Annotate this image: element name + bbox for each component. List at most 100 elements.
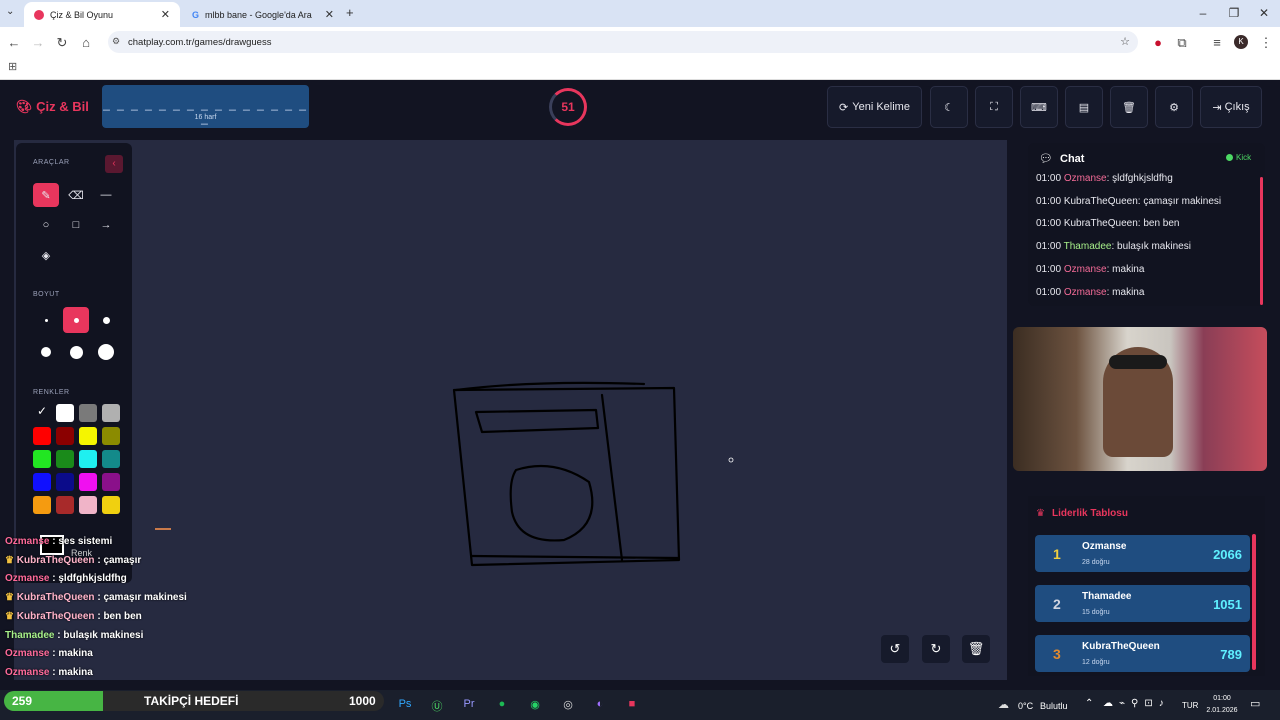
color-swatch[interactable] (56, 473, 74, 491)
reload-icon[interactable]: ↻ (54, 35, 70, 51)
chat-scrollbar[interactable] (1260, 177, 1263, 305)
minimize-button[interactable]: – (1188, 6, 1218, 20)
refresh-icon: ⟳ (839, 101, 849, 114)
color-swatch[interactable] (102, 496, 120, 514)
obs-icon[interactable]: ◎ (559, 698, 577, 711)
exit-button[interactable]: ⇥ Çıkış (1200, 86, 1262, 128)
exit-label: Çıkış (1224, 101, 1250, 113)
chat-message-user: Ozmanse (1063, 263, 1107, 275)
color-swatch[interactable] (102, 427, 120, 445)
undo-button[interactable]: ↺ (881, 635, 909, 663)
forward-icon[interactable]: → (30, 35, 46, 50)
chat-message-time: 01:00 (1036, 195, 1062, 207)
close-tab-icon[interactable]: ✕ (161, 8, 170, 21)
color-swatch[interactable] (33, 427, 51, 445)
arrow-tool[interactable]: → (93, 213, 119, 237)
site-info-icon[interactable]: ⚙ (112, 36, 120, 47)
eraser-tool[interactable]: ⌫ (63, 183, 89, 207)
size-1[interactable] (33, 307, 59, 333)
circle-icon: ○ (42, 219, 50, 231)
tab-active[interactable]: Çiz & Bil Oyunu ✕ (24, 2, 180, 27)
size-2[interactable] (63, 307, 89, 333)
media-icon[interactable]: ≡ (1209, 35, 1225, 50)
logo-text: Çiz & Bil (36, 99, 89, 114)
redo-button[interactable]: ↻ (922, 635, 950, 663)
tab-google[interactable]: G mlbb bane - Google'da Ara ✕ (182, 2, 344, 27)
color-swatch[interactable] (102, 473, 120, 491)
keyboard-button[interactable]: ⌨ (1020, 86, 1058, 128)
premiere-icon[interactable]: Pr (460, 698, 478, 710)
line-tool[interactable]: — (93, 183, 119, 207)
theme-toggle-button[interactable]: ☾ (930, 86, 968, 128)
delete-button[interactable]: 🗑︎ (1110, 86, 1148, 128)
overlay-chat-text: bulaşık makinesi (63, 629, 144, 641)
size-3[interactable] (93, 307, 119, 333)
new-tab-button[interactable]: + (346, 5, 354, 20)
sub-badge-icon: ♛ (5, 610, 17, 622)
clock-date[interactable]: 2.01.2026 (1202, 707, 1242, 714)
tray-icons[interactable]: ☁⌁⚲⊡♪ (1103, 698, 1170, 709)
archive-button[interactable]: ▤ (1065, 86, 1103, 128)
color-swatch[interactable] (56, 404, 74, 422)
fill-tool[interactable]: ◈ (33, 243, 59, 267)
chat-message: 01:00 Ozmanse: makina (1036, 263, 1145, 275)
collapse-panel-button[interactable]: ‹ (105, 155, 123, 173)
rectangle-tool[interactable]: □ (63, 213, 89, 237)
color-swatch[interactable] (79, 427, 97, 445)
circle-tool[interactable]: ○ (33, 213, 59, 237)
clear-canvas-button[interactable]: 🗑︎ (962, 635, 990, 663)
close-tab-icon[interactable]: ✕ (325, 8, 334, 21)
photoshop-icon[interactable]: Ps (396, 698, 414, 710)
discord-icon[interactable]: ◐ (591, 698, 609, 710)
fullscreen-icon: ⛶ (990, 100, 998, 113)
tab-search-icon[interactable]: ⌄ (6, 6, 14, 17)
profile-avatar[interactable]: K (1234, 35, 1248, 49)
browser-tab-strip: ⌄ Çiz & Bil Oyunu ✕ G mlbb bane - Google… (0, 0, 1280, 27)
app-red-icon[interactable]: ■ (623, 698, 641, 710)
extension-opera-icon[interactable]: ● (1150, 35, 1166, 50)
apps-grid-icon[interactable]: ⊞ (8, 60, 17, 73)
close-window-button[interactable]: ✕ (1249, 6, 1279, 20)
size-6[interactable] (93, 339, 119, 365)
overlay-chat-user: KubraTheQueen (16, 592, 95, 604)
extensions-icon[interactable]: ⧉ (1174, 35, 1190, 51)
home-icon[interactable]: ⌂ (78, 35, 94, 50)
settings-button[interactable]: ⚙ (1155, 86, 1193, 128)
app-u-icon[interactable]: Ⓤ (428, 698, 446, 714)
color-swatch[interactable] (79, 404, 97, 422)
brush-tool[interactable]: ✎ (33, 183, 59, 207)
size-4[interactable] (33, 339, 59, 365)
color-swatch[interactable] (33, 496, 51, 514)
sub-badge-icon: ♛ (5, 592, 17, 604)
color-swatch[interactable] (79, 450, 97, 468)
color-swatch[interactable] (56, 427, 74, 445)
back-icon[interactable]: ← (6, 35, 22, 50)
url-field[interactable]: ⚙ chatplay.com.tr/games/drawguess ☆ (108, 31, 1138, 53)
spotify-icon[interactable]: ● (493, 698, 511, 710)
maximize-button[interactable]: ❐ (1219, 6, 1249, 20)
follower-count: 259 (12, 694, 33, 708)
fullscreen-button[interactable]: ⛶ (975, 86, 1013, 128)
leaderboard-scrollbar[interactable] (1252, 534, 1256, 670)
tray-chevron-icon[interactable]: ⌃ (1085, 698, 1093, 709)
notification-icon[interactable]: ▭ (1250, 697, 1260, 710)
new-word-button[interactable]: ⟳ Yeni Kelime (827, 86, 922, 128)
input-language[interactable]: TUR (1182, 701, 1198, 710)
color-swatch[interactable] (102, 404, 120, 422)
color-swatch[interactable] (33, 450, 51, 468)
browser-menu-icon[interactable]: ⋮ (1258, 35, 1274, 51)
color-palette: ✓ (33, 404, 129, 514)
color-swatch[interactable]: ✓ (33, 404, 51, 422)
follower-goal-label: TAKİPÇİ HEDEFİ (144, 694, 239, 708)
color-swatch[interactable] (56, 450, 74, 468)
color-swatch[interactable] (79, 496, 97, 514)
color-swatch[interactable] (79, 473, 97, 491)
color-swatch[interactable] (102, 450, 120, 468)
size-5[interactable] (63, 339, 89, 365)
whatsapp-icon[interactable]: ◉ (526, 698, 544, 711)
headphones-icon (1109, 355, 1167, 369)
clock-time[interactable]: 01:00 (1202, 695, 1242, 702)
color-swatch[interactable] (33, 473, 51, 491)
bookmark-star-icon[interactable]: ☆ (1120, 35, 1130, 48)
color-swatch[interactable] (56, 496, 74, 514)
